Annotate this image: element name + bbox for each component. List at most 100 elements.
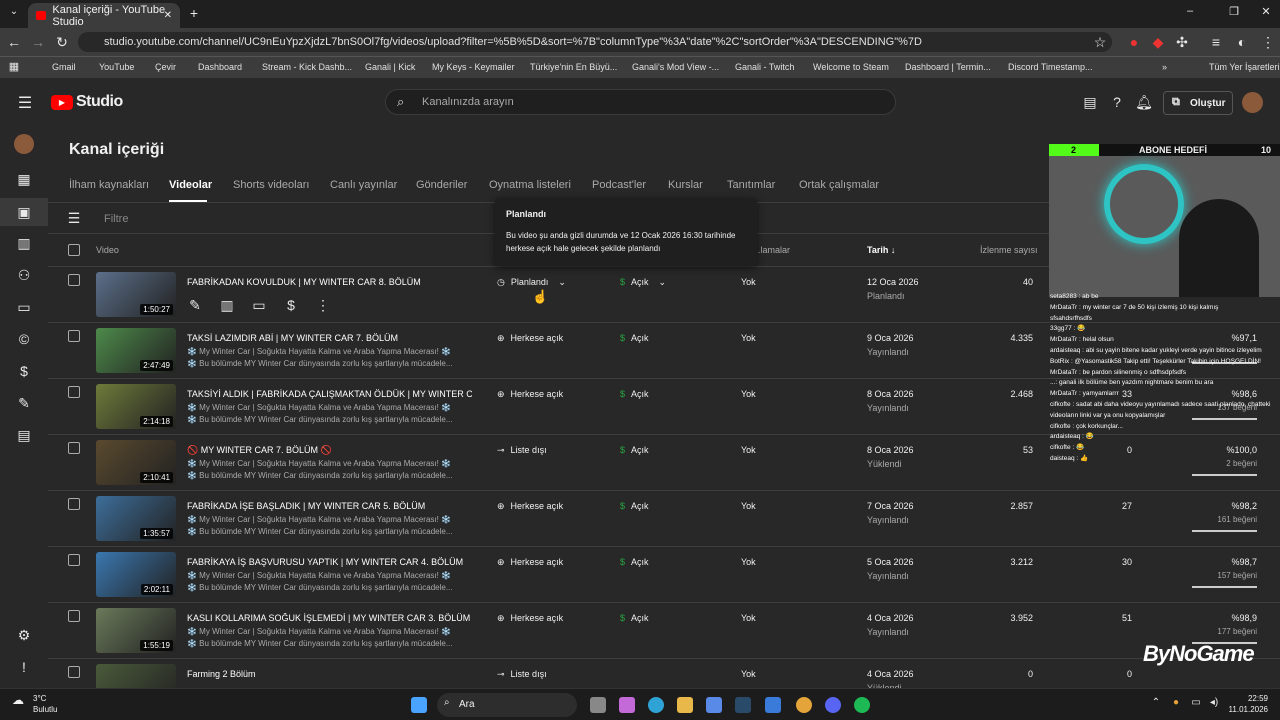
taskbar-search[interactable]: ⌕ Ara <box>437 693 577 717</box>
close-window-icon[interactable]: ✕ <box>1256 5 1276 18</box>
comments-icon[interactable]: ▭ <box>249 297 269 314</box>
tab-collaborations[interactable]: Ortak çalışmalar <box>799 179 879 191</box>
video-title[interactable]: TAKSİYİ ALDIK | FABRİKADA ÇALIŞMAKTAN ÖL… <box>187 389 472 399</box>
edit-pencil-icon[interactable]: ✎ <box>185 297 205 314</box>
video-title[interactable]: TAKSİ LAZIMDIR ABİ | MY WINTER CAR 7. BÖ… <box>187 333 472 343</box>
weather-widget[interactable]: ☁ 3°C Bulutlu <box>12 693 57 715</box>
back-icon[interactable]: ← <box>4 34 24 50</box>
monetization-icon[interactable]: $ <box>281 297 301 313</box>
more-options-icon[interactable]: ⋮ <box>313 297 333 314</box>
copilot-icon[interactable] <box>619 697 635 713</box>
visibility-dropdown[interactable]: ⊕ Herkese açık <box>497 333 563 344</box>
bookmark-star-icon[interactable]: ☆ <box>1090 34 1110 51</box>
dashboard-icon[interactable]: ▦ <box>14 171 34 188</box>
row-checkbox[interactable] <box>68 498 80 510</box>
bookmark-item[interactable]: Çevir <box>155 62 176 72</box>
bookmark-item[interactable]: Stream - Kick Dashb... <box>262 62 352 72</box>
new-tab-icon[interactable]: + <box>184 5 204 21</box>
customization-icon[interactable]: ✎ <box>14 395 34 412</box>
create-button[interactable]: ⧉ Oluştur <box>1163 91 1233 115</box>
visibility-dropdown[interactable]: ⊕ Herkese açık <box>497 557 563 568</box>
discord-icon[interactable] <box>825 697 841 713</box>
video-title[interactable]: FABRİKADAN KOVULDUK | MY WINTER CAR 8. B… <box>187 277 472 287</box>
select-all-checkbox[interactable] <box>68 244 80 256</box>
visibility-dropdown[interactable]: ⊕ Herkese açık <box>497 613 563 624</box>
monetization-dropdown[interactable]: $ Açık <box>620 389 649 399</box>
community-icon[interactable]: ⚇ <box>14 267 34 284</box>
tab-live[interactable]: Canlı yayınlar <box>330 179 397 191</box>
video-thumbnail[interactable]: 1:35:57 <box>96 496 176 541</box>
video-title[interactable]: FABRİKADA İŞE BAŞLADIK | MY WINTER CAR 5… <box>187 501 472 511</box>
tab-posts[interactable]: Gönderiler <box>416 179 467 191</box>
bookmark-item[interactable]: Dashboard <box>198 62 242 72</box>
visibility-dropdown[interactable]: ⊕ Herkese açık <box>497 389 563 400</box>
file-explorer-icon[interactable] <box>677 697 693 713</box>
tray-chevron-icon[interactable]: ⌃ <box>1146 697 1166 708</box>
tab-list-icon[interactable]: ⌄ <box>4 6 24 17</box>
video-title[interactable]: Farming 2 Bölüm <box>187 669 472 679</box>
filter-icon[interactable]: ☰ <box>64 210 84 227</box>
monetization-dropdown[interactable]: $ Açık <box>620 333 649 343</box>
studio-logo[interactable]: ▶ Studio <box>51 93 123 111</box>
all-bookmarks-folder[interactable]: Tüm Yer İşaretleri <box>1209 62 1280 72</box>
video-title[interactable]: 🚫 MY WINTER CAR 7. BÖLÜM 🚫 <box>187 445 472 456</box>
visibility-dropdown[interactable]: ⊸ Liste dışı <box>497 445 547 456</box>
tab-inspiration[interactable]: İlham kaynakları <box>69 179 149 191</box>
edge-icon[interactable] <box>648 697 664 713</box>
minimize-icon[interactable]: – <box>1180 5 1200 17</box>
channel-search-input[interactable]: ⌕ Kanalınızda arayın <box>385 89 896 115</box>
restore-icon[interactable]: ❐ <box>1224 5 1244 18</box>
hamburger-menu-icon[interactable]: ☰ <box>15 93 35 113</box>
notifications-bell-icon[interactable]: 🔔︎ <box>1134 94 1154 111</box>
tab-podcasts[interactable]: Podcast'ler <box>592 179 646 191</box>
column-header-views[interactable]: İzlenme sayısı <box>980 245 1038 255</box>
bookmark-item[interactable]: Ganali's Mod View -... <box>632 62 719 72</box>
monetization-dropdown[interactable]: $ Açık <box>620 445 649 455</box>
column-header-date[interactable]: Tarih ↓ <box>867 245 895 255</box>
clock[interactable]: 22:59 11.01.2026 <box>1226 693 1268 715</box>
channel-avatar[interactable] <box>14 134 34 154</box>
video-title[interactable]: KASLI KOLLARIMA SOĞUK İŞLEMEDİ | MY WINT… <box>187 613 472 623</box>
volume-icon[interactable]: ◂) <box>1204 697 1224 708</box>
earn-icon[interactable]: $ <box>14 363 34 379</box>
video-thumbnail[interactable]: 2:02:11 <box>96 552 176 597</box>
bookmark-item[interactable]: Ganali | Kick <box>365 62 415 72</box>
tab-promotions[interactable]: Tanıtımlar <box>727 179 775 191</box>
video-thumbnail[interactable]: 2:14:18 <box>96 384 176 429</box>
content-icon[interactable]: ▣ <box>14 204 34 221</box>
reload-icon[interactable]: ↻ <box>52 34 72 51</box>
mail-icon[interactable] <box>765 697 781 713</box>
tab-shorts[interactable]: Shorts videoları <box>233 179 309 191</box>
help-icon[interactable]: ? <box>1107 94 1127 110</box>
audio-library-icon[interactable]: ▤ <box>14 427 34 444</box>
visibility-dropdown[interactable]: ⊕ Herkese açık <box>497 501 563 512</box>
subtitles-nav-icon[interactable]: ▭ <box>14 299 34 316</box>
bookmark-item[interactable]: Türkiye'nin En Büyü... <box>530 62 617 72</box>
profile-icon[interactable]: ◐ <box>1232 34 1252 50</box>
row-checkbox[interactable] <box>68 554 80 566</box>
video-thumbnail[interactable]: 1:50:27 <box>96 272 176 317</box>
network-icon[interactable]: ▭ <box>1186 697 1206 708</box>
steam-icon[interactable] <box>735 697 751 713</box>
menu-dots-icon[interactable]: ⋮ <box>1258 34 1278 51</box>
video-thumbnail[interactable]: 2:10:41 <box>96 440 176 485</box>
apps-grid-icon[interactable]: ▦ <box>4 60 24 73</box>
address-bar[interactable]: studio.youtube.com/channel/UC9nEuYpzXjdz… <box>78 32 1112 52</box>
copyright-icon[interactable]: © <box>14 331 34 347</box>
more-bookmarks-icon[interactable]: » <box>1162 62 1167 72</box>
chrome-icon[interactable] <box>796 697 812 713</box>
settings-gear-icon[interactable]: ⚙ <box>14 627 34 644</box>
feedback-icon[interactable]: ! <box>14 659 34 675</box>
video-title[interactable]: FABRİKAYA İŞ BAŞVURUSU YAPTIK | MY WINTE… <box>187 557 472 567</box>
bookmark-item[interactable]: My Keys - Keymailer <box>432 62 515 72</box>
bookmark-item[interactable]: Ganali - Twitch <box>735 62 794 72</box>
tab-courses[interactable]: Kurslar <box>668 179 703 191</box>
row-checkbox[interactable] <box>68 666 80 678</box>
bookmark-item[interactable]: Dashboard | Termin... <box>905 62 991 72</box>
extension-icon[interactable]: ◆ <box>1148 34 1168 51</box>
task-view-icon[interactable] <box>590 697 606 713</box>
filter-input[interactable]: Filtre <box>104 213 128 225</box>
close-tab-icon[interactable]: ✕ <box>164 10 172 21</box>
store-icon[interactable] <box>706 697 722 713</box>
monetization-dropdown[interactable]: $ Açık ⌄ <box>620 277 666 288</box>
